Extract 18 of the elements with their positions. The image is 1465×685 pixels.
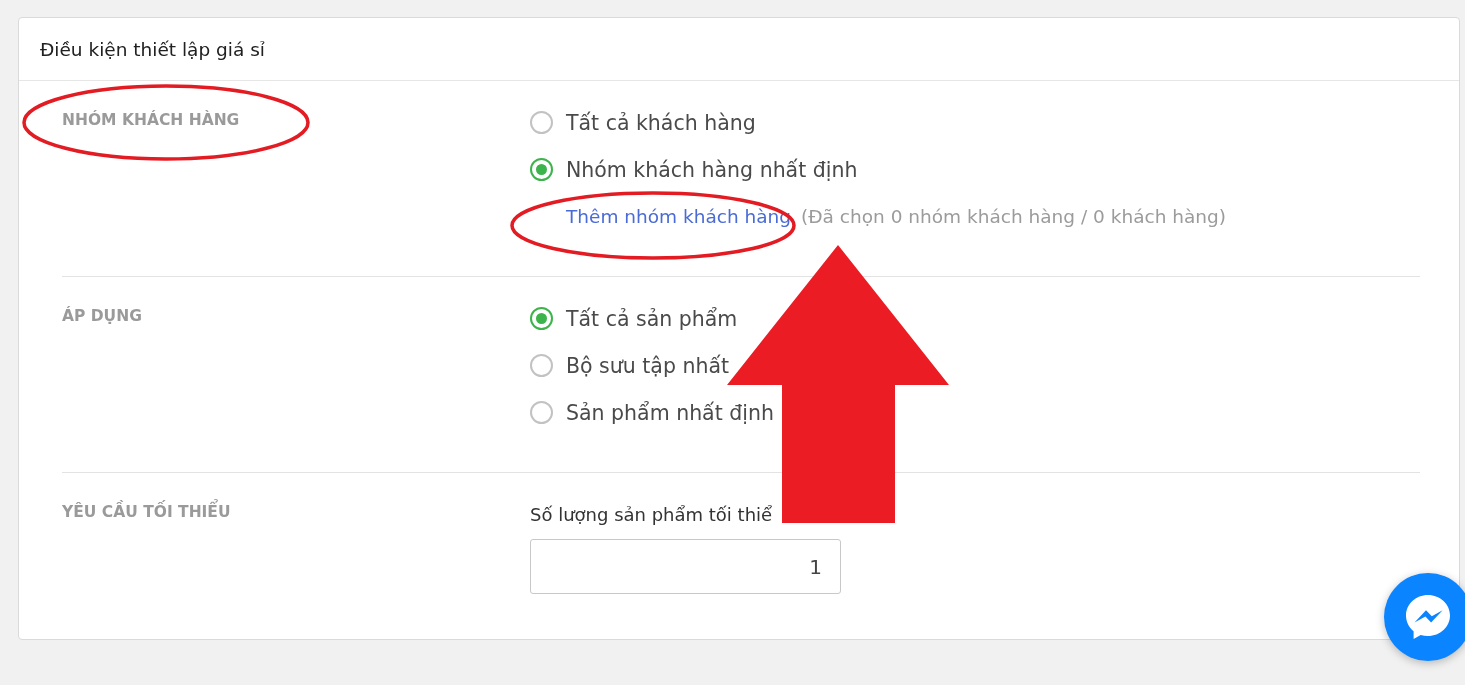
section-label: ÁP DỤNG <box>62 306 142 326</box>
radio-button[interactable] <box>530 354 553 377</box>
card-title: Điều kiện thiết lập giá sỉ <box>40 38 265 60</box>
selection-note: (Đã chọn 0 nhóm khách hàng / 0 khách hàng) <box>801 206 1226 227</box>
radio-button[interactable] <box>530 401 553 424</box>
chat-bubble-icon <box>1405 594 1451 640</box>
quantity-input-field[interactable]: 1 <box>530 539 841 594</box>
option-label[interactable]: Sản phẩm nhất định <box>566 400 774 425</box>
chat-button[interactable] <box>1384 573 1465 661</box>
field-label: Số lượng sản phẩm tối thiể <box>530 504 773 525</box>
option-label[interactable]: Tất cả sản phẩm <box>566 306 738 331</box>
radio-button[interactable] <box>530 111 553 134</box>
option-label[interactable]: Bộ sưu tập nhất <box>566 353 730 378</box>
radio-button[interactable] <box>530 307 553 330</box>
option-label[interactable]: Tất cả khách hàng <box>566 110 756 135</box>
radio-button[interactable] <box>530 158 553 181</box>
option-label[interactable]: Nhóm khách hàng nhất định <box>566 157 858 182</box>
section-label: NHÓM KHÁCH HÀNG <box>62 110 240 130</box>
